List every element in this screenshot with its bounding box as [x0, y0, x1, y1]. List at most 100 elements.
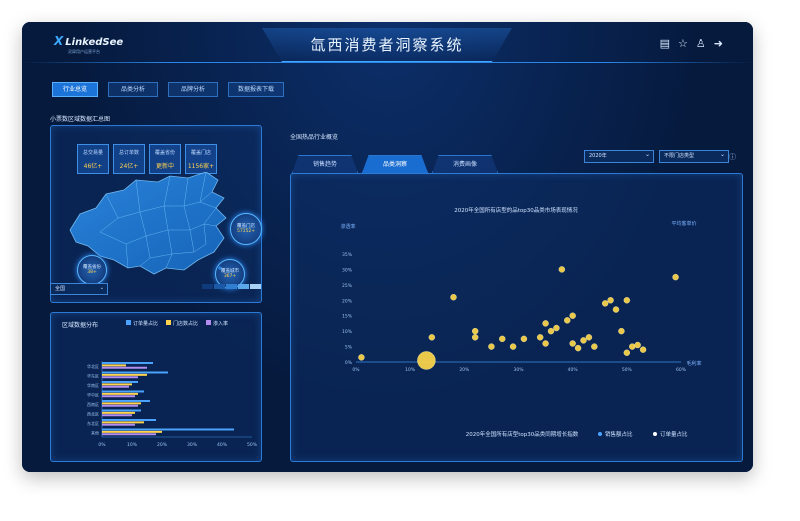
bar	[102, 419, 156, 421]
star-icon[interactable]: ☆	[678, 37, 688, 50]
scatter-point	[558, 266, 566, 273]
logo-subtitle: 灵犀用户运营平台	[68, 49, 100, 54]
scatter-point	[585, 334, 593, 341]
tab-sales-trend[interactable]: 销售趋势	[292, 155, 358, 173]
x-axis-label: 毛利率	[686, 360, 701, 367]
scatter-point	[564, 317, 571, 324]
map-legend-swatch-2	[214, 284, 225, 289]
monitor-icon[interactable]: ▤	[660, 37, 670, 50]
scatter-point	[536, 334, 544, 341]
legend-swatch	[166, 320, 172, 325]
bar	[102, 383, 132, 386]
stat-covered-stores: 覆盖门店 1156家+	[185, 144, 217, 174]
map-legend-swatch-4	[238, 284, 249, 289]
bar	[102, 414, 132, 417]
bar-x-tick-label: 40%	[217, 442, 228, 448]
map-section-title: 小票数区域数据汇总图	[50, 116, 111, 123]
bar-legend-item: 订单量占比	[126, 320, 158, 327]
bar-category-label: 华东区	[87, 372, 99, 378]
scatter-point	[634, 341, 641, 349]
bar	[102, 411, 135, 414]
bar-category-label: 华中区	[87, 391, 99, 397]
bar	[102, 433, 156, 436]
store-type-select[interactable]: 不限门店类型	[659, 149, 729, 163]
bar	[102, 366, 147, 369]
nav-report-download[interactable]: 数据报表下载	[228, 82, 284, 97]
map-legend-swatch-3	[226, 284, 237, 289]
bar	[102, 423, 135, 426]
bar	[102, 421, 144, 424]
bar	[102, 392, 138, 395]
chevron-down-icon: ⌄	[99, 285, 104, 291]
y-tick-label: 25%	[342, 283, 353, 289]
stat-total-orders: 总订单数 24亿+	[113, 144, 145, 174]
y-tick-label: 10%	[342, 329, 353, 335]
nav-brand-analysis[interactable]: 品牌分析	[168, 82, 218, 97]
bar-category-label: 华北区	[87, 363, 99, 369]
bar-category-label: 其他	[91, 429, 99, 435]
scatter-legend-label: 订单量占比	[660, 430, 688, 438]
scatter-point	[629, 343, 636, 350]
x-tick-label: 0%	[352, 367, 360, 373]
y-tick-label: 5%	[345, 345, 353, 351]
bar-category-label: 西南区	[87, 401, 99, 407]
map-legend-swatch-1	[202, 284, 213, 289]
scatter-point	[612, 306, 620, 313]
scatter-point	[471, 327, 479, 335]
scatter-point	[607, 297, 614, 304]
scatter-point	[618, 327, 625, 335]
stat-total-transactions: 总交易量 46亿+	[77, 144, 109, 174]
y-axis-label: 渗透率	[340, 223, 355, 230]
scatter-point	[358, 354, 365, 361]
page-title: 氙西消费者洞察系统	[310, 36, 464, 54]
logo-x-icon: X	[54, 34, 64, 48]
bar	[102, 395, 135, 398]
logo-text: LinkedSee	[65, 37, 124, 48]
x-tick-label: 30%	[513, 367, 524, 373]
scatter-point	[542, 340, 549, 347]
bar-x-tick-label: 30%	[187, 442, 198, 448]
scatter-point	[623, 297, 631, 304]
bar	[102, 428, 234, 431]
x-tick-label: 10%	[405, 367, 416, 373]
scatter-footer: 2020年全国所有店型top30品类同期增长指数	[466, 430, 579, 438]
scatter-point	[509, 343, 517, 350]
scatter-point	[574, 344, 582, 352]
tab-consumer-profile[interactable]: 消费画像	[432, 155, 498, 173]
map-legend-swatch-5	[250, 284, 261, 289]
scatter-point	[471, 334, 479, 341]
nav-category-analysis[interactable]: 品类分析	[108, 82, 158, 97]
bar	[102, 409, 141, 412]
region-select[interactable]: 全国 ⌄	[50, 283, 108, 295]
scatter-point	[547, 327, 555, 335]
bar-category-label: 西北区	[87, 410, 99, 416]
bar	[102, 381, 138, 383]
bar-legend: 订单量占比 门店数占比 渗入率	[126, 320, 228, 327]
user-icon[interactable]: ♙	[696, 37, 706, 50]
legend-swatch	[126, 320, 131, 325]
tab-category-insight[interactable]: 品类洞察	[362, 155, 428, 173]
scatter-point	[639, 346, 647, 353]
nav-industry-overview[interactable]: 行业总览	[52, 82, 98, 97]
bar	[102, 404, 138, 407]
y-tick-label: 15%	[342, 314, 353, 320]
bar-legend-item: 渗入率	[206, 320, 228, 327]
legend-dot	[598, 432, 602, 436]
scatter-point	[601, 300, 609, 307]
year-select[interactable]: 2020年	[584, 149, 654, 163]
bar	[102, 430, 162, 433]
right-section-title: 全国热品行业概览	[290, 134, 339, 141]
scatter-point	[450, 293, 457, 301]
y2-axis-label: 平均客单价	[671, 220, 696, 227]
bar-chart-title: 区域数据分布	[62, 322, 99, 329]
scatter-point	[591, 343, 598, 350]
x-tick-label: 50%	[622, 367, 633, 373]
scatter-point	[553, 324, 560, 332]
logout-icon[interactable]: ➜	[714, 37, 723, 50]
stat-covered-provinces: 覆盖省份 更新中	[149, 144, 181, 174]
bar	[102, 364, 126, 367]
help-icon[interactable]: ⓘ	[729, 152, 736, 162]
y-tick-label: 35%	[342, 252, 353, 258]
bubble-provinces: 覆盖省份 38+	[77, 255, 107, 285]
logo: X LinkedSee	[54, 34, 123, 48]
